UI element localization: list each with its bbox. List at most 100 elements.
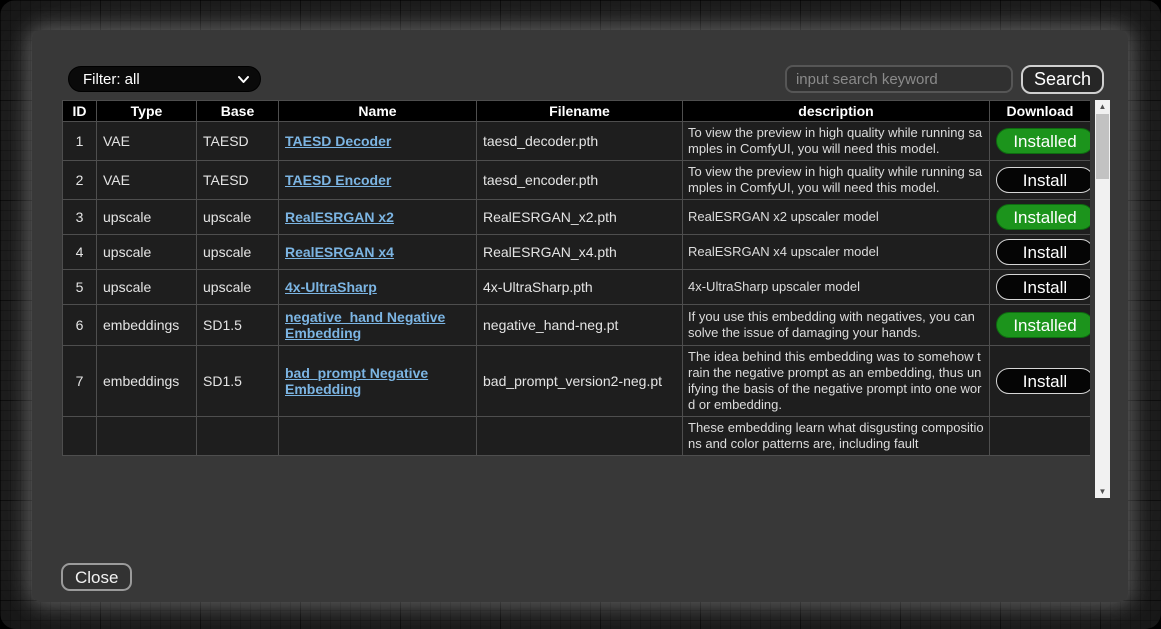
model-type-cell: upscale <box>97 235 197 270</box>
column-header-filename: Filename <box>477 101 683 122</box>
search-button[interactable]: Search <box>1021 65 1104 94</box>
model-name-cell: TAESD Encoder <box>279 161 477 200</box>
model-description-cell: To view the preview in high quality whil… <box>683 161 990 200</box>
models-table: ID Type Base Name Filename description D… <box>62 100 1090 456</box>
model-name-link[interactable]: RealESRGAN x4 <box>285 244 394 260</box>
installed-button[interactable]: Installed <box>996 128 1090 154</box>
model-id-cell: 4 <box>63 235 97 270</box>
model-name-cell: negative_hand Negative Embedding <box>279 305 477 346</box>
model-type-cell: embeddings <box>97 305 197 346</box>
model-name-cell: RealESRGAN x4 <box>279 235 477 270</box>
model-base-cell: SD1.5 <box>197 346 279 417</box>
model-description-cell: These embedding learn what disgusting co… <box>683 417 990 456</box>
model-filename-cell: 4x-UltraSharp.pth <box>477 270 683 305</box>
model-description-cell: RealESRGAN x2 upscaler model <box>683 200 990 235</box>
column-header-download: Download <box>990 101 1091 122</box>
model-type-cell: VAE <box>97 161 197 200</box>
model-row: 2VAETAESDTAESD Encodertaesd_encoder.pthT… <box>63 161 1091 200</box>
model-filename-cell: RealESRGAN_x4.pth <box>477 235 683 270</box>
model-download-cell: Install <box>990 270 1091 305</box>
comfyui-canvas-background: Filter: all Search ID <box>0 0 1161 629</box>
model-type-cell: embeddings <box>97 346 197 417</box>
model-name-link[interactable]: negative_hand Negative Embedding <box>285 309 445 341</box>
filter-dropdown[interactable]: Filter: all <box>68 66 261 92</box>
model-row: 4upscaleupscaleRealESRGAN x4RealESRGAN_x… <box>63 235 1091 270</box>
model-name-cell: 4x-UltraSharp <box>279 270 477 305</box>
model-download-cell: Installed <box>990 305 1091 346</box>
close-button[interactable]: Close <box>61 563 132 591</box>
install-button[interactable]: Install <box>996 274 1090 300</box>
model-type-cell: VAE <box>97 122 197 161</box>
model-name-link[interactable]: TAESD Encoder <box>285 172 391 188</box>
model-download-cell: Installed <box>990 200 1091 235</box>
model-id-cell: 7 <box>63 346 97 417</box>
model-filename-cell: bad_prompt_version2-neg.pt <box>477 346 683 417</box>
model-description-cell: If you use this embedding with negatives… <box>683 305 990 346</box>
model-download-cell: Installed <box>990 122 1091 161</box>
model-id-cell <box>63 417 97 456</box>
table-header-row: ID Type Base Name Filename description D… <box>63 101 1091 122</box>
install-button[interactable]: Install <box>996 167 1090 193</box>
model-download-cell: Install <box>990 346 1091 417</box>
scrollbar-thumb[interactable] <box>1096 114 1109 179</box>
search-area: Search <box>785 65 1104 94</box>
model-type-cell <box>97 417 197 456</box>
model-description-cell: RealESRGAN x4 upscaler model <box>683 235 990 270</box>
model-id-cell: 5 <box>63 270 97 305</box>
scroll-up-arrow-icon[interactable]: ▲ <box>1095 100 1110 113</box>
install-button[interactable]: Install <box>996 239 1090 265</box>
scroll-down-arrow-icon[interactable]: ▼ <box>1095 485 1110 498</box>
model-name-link[interactable]: 4x-UltraSharp <box>285 279 377 295</box>
model-download-cell: Install <box>990 235 1091 270</box>
model-id-cell: 3 <box>63 200 97 235</box>
column-header-base: Base <box>197 101 279 122</box>
model-name-link[interactable]: bad_prompt Negative Embedding <box>285 365 428 397</box>
model-row: These embedding learn what disgusting co… <box>63 417 1091 456</box>
model-name-link[interactable]: TAESD Decoder <box>285 133 391 149</box>
model-id-cell: 1 <box>63 122 97 161</box>
model-row: 7embeddingsSD1.5bad_prompt Negative Embe… <box>63 346 1091 417</box>
model-filename-cell: negative_hand-neg.pt <box>477 305 683 346</box>
filter-dropdown-value: Filter: all <box>83 71 140 88</box>
model-base-cell <box>197 417 279 456</box>
model-description-cell: 4x-UltraSharp upscaler model <box>683 270 990 305</box>
model-name-link[interactable]: RealESRGAN x2 <box>285 209 394 225</box>
model-type-cell: upscale <box>97 270 197 305</box>
vertical-scrollbar[interactable]: ▲ ▼ <box>1095 100 1110 498</box>
model-id-cell: 6 <box>63 305 97 346</box>
model-filename-cell <box>477 417 683 456</box>
model-description-cell: To view the preview in high quality whil… <box>683 122 990 161</box>
chevron-down-icon <box>238 75 249 84</box>
column-header-type: Type <box>97 101 197 122</box>
models-table-zone: ID Type Base Name Filename description D… <box>62 100 1110 503</box>
model-row: 5upscaleupscale4x-UltraSharp4x-UltraShar… <box>63 270 1091 305</box>
installed-button[interactable]: Installed <box>996 204 1090 230</box>
model-row: 1VAETAESD TAESD Decoder taesd_decoder.pthT… <box>63 122 1091 161</box>
model-base-cell: TAESD <box>197 161 279 200</box>
search-input[interactable] <box>785 65 1013 93</box>
model-base-cell: upscale <box>197 270 279 305</box>
installed-button[interactable]: Installed <box>996 312 1090 338</box>
model-name-cell: RealESRGAN x2 <box>279 200 477 235</box>
model-manager-dialog: Filter: all Search ID <box>32 30 1128 602</box>
model-name-cell: bad_prompt Negative Embedding <box>279 346 477 417</box>
column-header-description: description <box>683 101 990 122</box>
model-base-cell: upscale <box>197 200 279 235</box>
dialog-topbar: Filter: all Search <box>68 64 1104 94</box>
model-type-cell: upscale <box>97 200 197 235</box>
model-base-cell: SD1.5 <box>197 305 279 346</box>
model-name-cell <box>279 417 477 456</box>
models-table-clip: ID Type Base Name Filename description D… <box>62 100 1090 503</box>
model-filename-cell: taesd_decoder.pth <box>477 122 683 161</box>
model-row: 3upscaleupscaleRealESRGAN x2RealESRGAN_x… <box>63 200 1091 235</box>
model-filename-cell: RealESRGAN_x2.pth <box>477 200 683 235</box>
model-base-cell: TAESD <box>197 122 279 161</box>
model-row: 6embeddingsSD1.5negative_hand Negative E… <box>63 305 1091 346</box>
model-name-cell: TAESD Decoder <box>279 122 477 161</box>
column-header-name: Name <box>279 101 477 122</box>
model-download-cell <box>990 417 1091 456</box>
model-download-cell: Install <box>990 161 1091 200</box>
column-header-id: ID <box>63 101 97 122</box>
install-button[interactable]: Install <box>996 368 1090 394</box>
model-base-cell: upscale <box>197 235 279 270</box>
